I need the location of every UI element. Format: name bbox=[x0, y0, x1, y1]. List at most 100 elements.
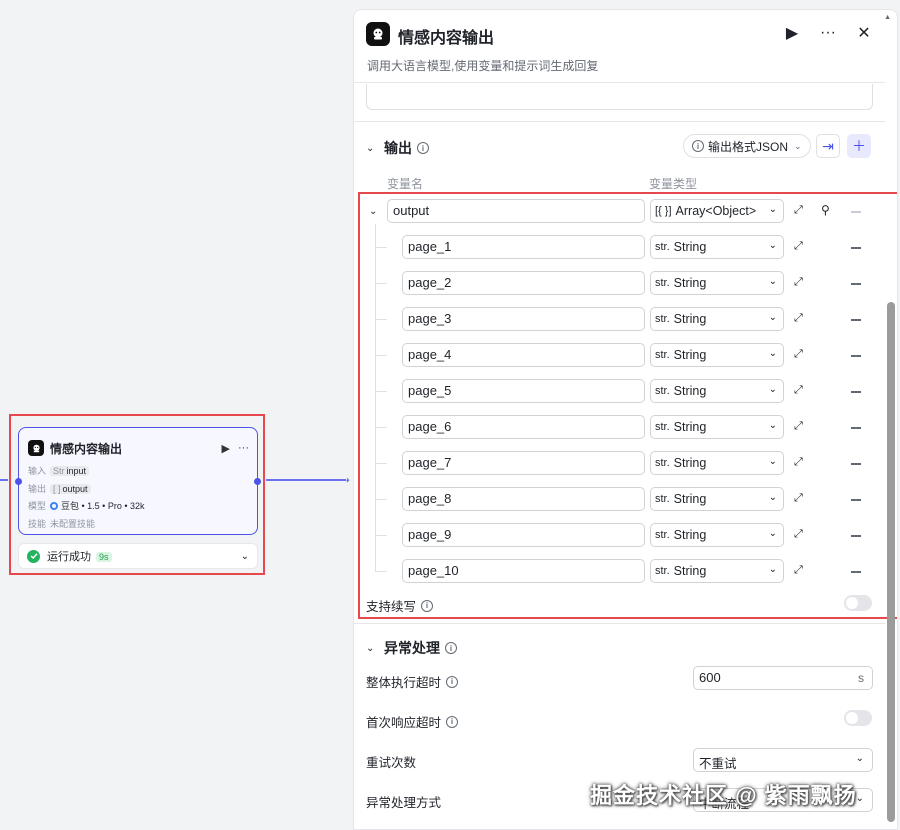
expand-icon[interactable]: ⤢ bbox=[794, 276, 803, 289]
child-var-name-input[interactable]: page_1 bbox=[402, 235, 645, 259]
run-status-bar[interactable]: 运行成功 9s ⌄ bbox=[18, 543, 258, 569]
timeout-input[interactable]: 600 s bbox=[693, 666, 873, 690]
var-name-input[interactable]: output bbox=[387, 199, 645, 223]
child-var-name-input[interactable]: page_10 bbox=[402, 559, 645, 583]
tree-connector bbox=[375, 319, 387, 320]
var-type-select[interactable]: [{ }] Array<Object> ⌄ bbox=[650, 199, 784, 223]
remove-field-icon[interactable] bbox=[851, 571, 861, 573]
col-header-type: 变量类型 bbox=[649, 177, 698, 191]
node-settings-panel: 情感内容输出 调用大语言模型,使用变量和提示词生成回复 ▶ ··· ✕ ⌄ 输出… bbox=[353, 9, 898, 830]
first-response-toggle[interactable] bbox=[844, 710, 872, 726]
import-icon[interactable]: ⇥ bbox=[816, 134, 840, 158]
chevron-down-icon[interactable]: ⌄ bbox=[241, 551, 249, 562]
node-title: 情感内容输出 bbox=[50, 441, 123, 456]
remove-field-icon[interactable] bbox=[851, 427, 861, 429]
info-icon: i bbox=[446, 715, 459, 728]
prompt-input-bottom[interactable] bbox=[366, 84, 873, 110]
child-var-type-select[interactable]: str. String ⌄ bbox=[650, 487, 784, 511]
expand-icon[interactable]: ⤢ bbox=[794, 240, 803, 253]
more-icon[interactable]: ··· bbox=[819, 24, 837, 42]
add-child-icon[interactable]: ⚲ bbox=[821, 203, 830, 217]
child-var-name-input[interactable]: page_6 bbox=[402, 415, 645, 439]
chevron-down-icon: ⌄ bbox=[768, 528, 777, 539]
chevron-down-icon: ⌄ bbox=[768, 564, 777, 575]
tree-connector bbox=[375, 355, 387, 356]
add-field-button[interactable]: ＋ bbox=[847, 134, 871, 158]
info-icon: i bbox=[417, 142, 429, 154]
llm-node-card[interactable]: 情感内容输出 ▶ ··· 输入 Str input 输出 [ ] output 模型… bbox=[15, 427, 261, 535]
output-format-dropdown[interactable]: i 输出格式JSON ⌄ bbox=[683, 134, 811, 158]
expand-icon[interactable]: ⤢ bbox=[794, 528, 803, 541]
remove-field-icon[interactable] bbox=[851, 319, 861, 321]
child-var-type-select[interactable]: str. String ⌄ bbox=[650, 307, 784, 331]
connection-edge bbox=[266, 479, 346, 481]
child-var-type-select[interactable]: str. String ⌄ bbox=[650, 379, 784, 403]
expand-icon[interactable]: ⤢ bbox=[794, 420, 803, 433]
child-var-type-select[interactable]: str. String ⌄ bbox=[650, 343, 784, 367]
node-row-input: 输入 Str input bbox=[28, 464, 90, 477]
remove-field-icon[interactable] bbox=[851, 355, 861, 357]
child-var-type-select[interactable]: str. String ⌄ bbox=[650, 523, 784, 547]
remove-field-icon[interactable] bbox=[851, 499, 861, 501]
expand-icon[interactable]: ⤢ bbox=[794, 456, 803, 469]
timeout-label: 整体执行超时 i bbox=[366, 672, 459, 691]
remove-field-icon[interactable] bbox=[851, 535, 861, 537]
info-icon: i bbox=[421, 599, 434, 612]
chevron-down-icon: ⌄ bbox=[768, 492, 777, 503]
child-var-type-select[interactable]: str. String ⌄ bbox=[650, 451, 784, 475]
chevron-down-icon: ⌄ bbox=[366, 142, 375, 154]
panel-title[interactable]: 情感内容输出 bbox=[398, 24, 494, 48]
expand-icon[interactable]: ⤢ bbox=[794, 564, 803, 577]
child-var-name-input[interactable]: page_8 bbox=[402, 487, 645, 511]
first-response-label: 首次响应超时 i bbox=[366, 712, 459, 731]
expand-icon[interactable]: ⤢ bbox=[794, 384, 803, 397]
continue-writing-label: 支持续写 i bbox=[366, 596, 434, 615]
child-var-name-input[interactable]: page_7 bbox=[402, 451, 645, 475]
expand-icon[interactable]: ⤢ bbox=[794, 312, 803, 325]
child-var-type-select[interactable]: str. String ⌄ bbox=[650, 235, 784, 259]
remove-field-icon[interactable] bbox=[851, 283, 861, 285]
info-icon: i bbox=[446, 675, 459, 688]
expand-icon[interactable]: ⤢ bbox=[794, 492, 803, 505]
more-icon[interactable]: ··· bbox=[238, 442, 249, 454]
tree-connector bbox=[375, 247, 387, 248]
close-icon[interactable]: ✕ bbox=[855, 23, 873, 43]
tree-connector bbox=[375, 571, 387, 572]
output-section-header[interactable]: ⌄ 输出 i bbox=[366, 138, 429, 158]
arrow-right-icon: ➝ bbox=[340, 473, 351, 487]
child-var-type-select[interactable]: str. String ⌄ bbox=[650, 559, 784, 583]
exception-section-header[interactable]: ⌄ 异常处理 i bbox=[366, 638, 457, 658]
scroll-up-icon[interactable]: ▲ bbox=[884, 14, 891, 21]
child-var-name-input[interactable]: page_4 bbox=[402, 343, 645, 367]
retry-select[interactable]: 不重试 ⌄ bbox=[693, 748, 873, 772]
chevron-down-icon: ⌄ bbox=[768, 276, 777, 287]
bot-logo-icon bbox=[28, 440, 44, 456]
child-var-type-select[interactable]: str. String ⌄ bbox=[650, 415, 784, 439]
run-icon[interactable]: ▶ bbox=[783, 23, 801, 43]
remove-field-icon[interactable] bbox=[851, 463, 861, 465]
chevron-down-icon: ⌄ bbox=[768, 384, 777, 395]
continue-writing-toggle[interactable] bbox=[844, 595, 872, 611]
expand-icon[interactable]: ⤢ bbox=[794, 204, 803, 217]
model-logo-icon bbox=[50, 501, 58, 510]
child-var-name-input[interactable]: page_3 bbox=[402, 307, 645, 331]
run-node-icon[interactable]: ▶ bbox=[222, 442, 230, 455]
col-header-name: 变量名 bbox=[387, 177, 424, 191]
remove-field-icon[interactable] bbox=[851, 247, 861, 249]
expand-icon[interactable]: ⤢ bbox=[794, 348, 803, 361]
child-var-name-input[interactable]: page_2 bbox=[402, 271, 645, 295]
output-port[interactable] bbox=[254, 478, 261, 485]
scrollbar-thumb[interactable] bbox=[887, 302, 895, 822]
watermark-text: 掘金技术社区 @ 紫雨飘扬 bbox=[590, 783, 857, 808]
child-var-name-input[interactable]: page_9 bbox=[402, 523, 645, 547]
child-var-type-select[interactable]: str. String ⌄ bbox=[650, 271, 784, 295]
info-icon: i bbox=[445, 642, 457, 654]
chevron-down-icon[interactable]: ⌄ bbox=[369, 206, 379, 217]
exception-handling-label: 异常处理方式 bbox=[366, 796, 442, 810]
chevron-down-icon: ⌄ bbox=[855, 753, 864, 764]
panel-header: 情感内容输出 调用大语言模型,使用变量和提示词生成回复 ▶ ··· ✕ bbox=[354, 10, 897, 80]
input-port[interactable] bbox=[15, 478, 22, 485]
tree-connector bbox=[375, 427, 387, 428]
remove-field-icon[interactable] bbox=[851, 391, 861, 393]
child-var-name-input[interactable]: page_5 bbox=[402, 379, 645, 403]
